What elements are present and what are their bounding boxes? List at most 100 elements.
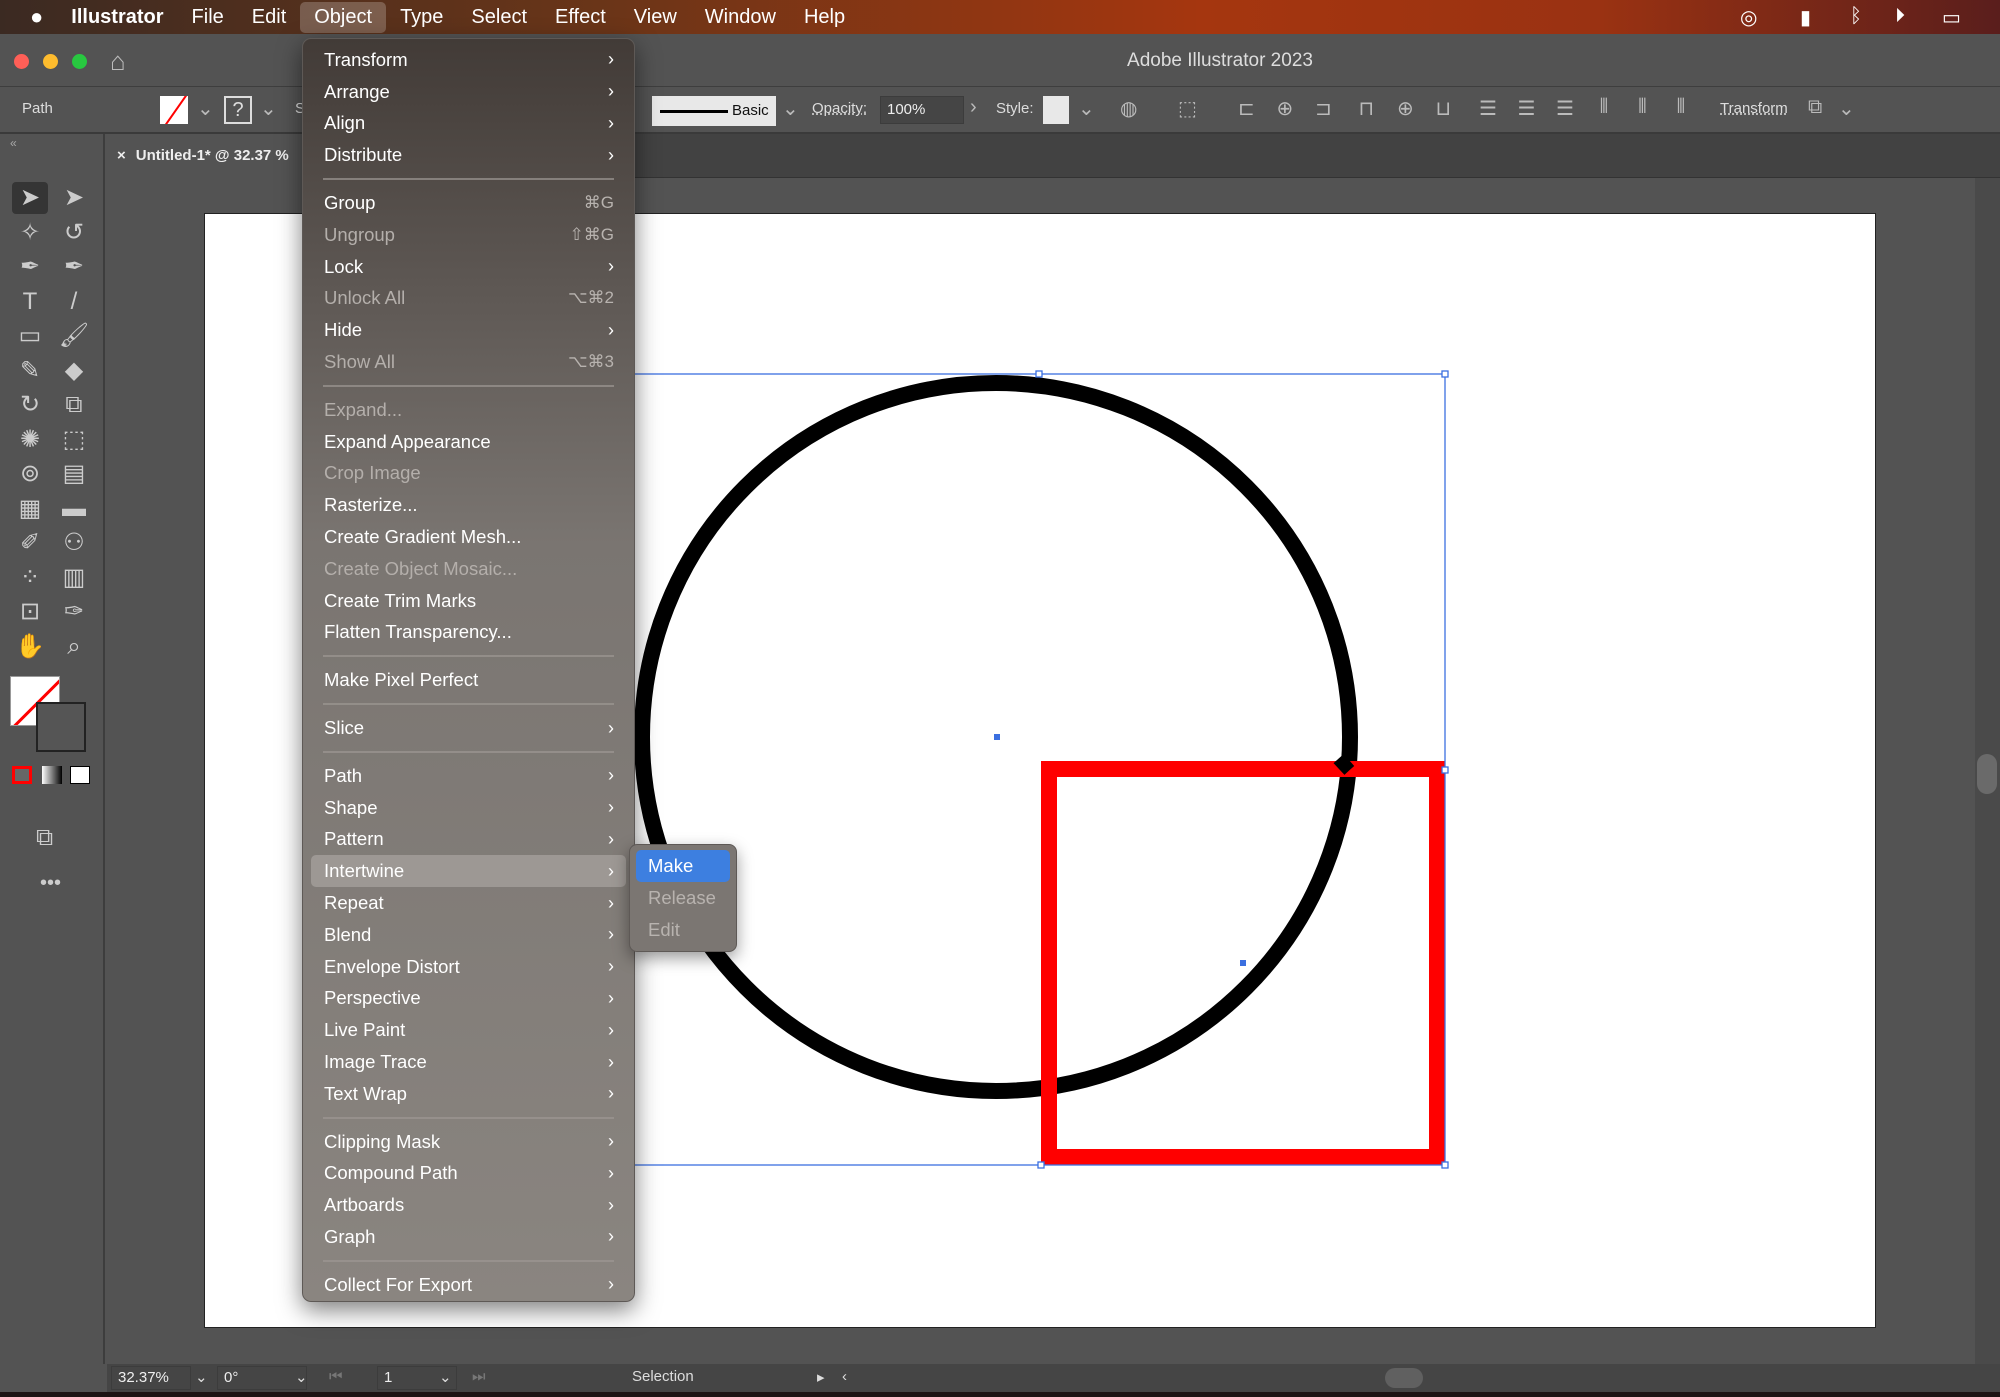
menu-item-clipping-mask[interactable]: Clipping Mask › <box>311 1126 626 1158</box>
menu-object[interactable]: Object <box>300 1 387 33</box>
battery-icon[interactable]: ▭ <box>1942 5 1961 30</box>
bluetooth-icon[interactable]: ᛒ <box>1850 5 1862 28</box>
more-tools-icon[interactable]: ••• <box>40 872 61 895</box>
chevron-down-icon[interactable]: ⌄ <box>1838 96 1855 121</box>
align-h-center-icon[interactable]: ⊕ <box>1277 96 1294 121</box>
menu-view[interactable]: View <box>620 2 691 33</box>
menu-item-distribute[interactable]: Distribute › <box>311 139 626 171</box>
opacity-label[interactable]: Opacity: <box>812 100 867 117</box>
perspective-grid-tool-icon[interactable]: ▤ <box>56 458 92 490</box>
menu-item-transform[interactable]: Transform › <box>311 44 626 76</box>
menu-item-text-wrap[interactable]: Text Wrap › <box>311 1078 626 1110</box>
vertical-scrollbar[interactable] <box>1975 178 2000 1364</box>
shape-builder-tool-icon[interactable]: ⊚ <box>12 458 48 490</box>
align-right-icon[interactable]: ⊐ <box>1315 96 1332 121</box>
artboard-tool-icon[interactable]: ⊡ <box>12 596 48 628</box>
menu-item-collect-for-export[interactable]: Collect For Export › <box>311 1269 626 1301</box>
scroll-thumb[interactable] <box>1977 754 1997 794</box>
direct-selection-tool-icon[interactable]: ➤ <box>56 182 92 214</box>
chevron-down-icon[interactable]: ⌄ <box>197 96 214 121</box>
menu-item-intertwine[interactable]: Intertwine › <box>311 855 626 888</box>
id-badge-icon[interactable]: ▮ <box>1800 5 1811 30</box>
menu-item-hide[interactable]: Hide › <box>311 314 626 346</box>
chevron-down-icon[interactable]: ⌄ <box>1078 96 1095 121</box>
chevron-down-icon[interactable]: ⌄ <box>782 96 799 121</box>
menu-file[interactable]: File <box>178 2 238 33</box>
menu-item-repeat[interactable]: Repeat › <box>311 887 626 919</box>
menu-item-lock[interactable]: Lock › <box>311 251 626 283</box>
distribute-right-icon[interactable]: ⦀ <box>1677 96 1686 119</box>
style-swatch[interactable] <box>1043 96 1069 124</box>
menu-item-create-gradient-mesh[interactable]: Create Gradient Mesh... <box>311 521 626 553</box>
status-menu-icon[interactable]: ▸ <box>817 1368 825 1386</box>
align-bottom-icon[interactable]: ⊔ <box>1436 96 1452 121</box>
opacity-input[interactable]: 100% <box>880 96 964 124</box>
change-screen-mode-icon[interactable]: ⧉ <box>36 824 53 852</box>
play-circle-icon[interactable]: ⏵ <box>1895 5 1905 28</box>
scroll-left-icon[interactable]: ‹ <box>842 1368 847 1385</box>
align-top-icon[interactable]: ⊓ <box>1359 96 1375 121</box>
menu-type[interactable]: Type <box>386 2 457 33</box>
chevron-down-icon[interactable]: ⌄ <box>439 1368 452 1386</box>
menu-item-create-trim-marks[interactable]: Create Trim Marks <box>311 585 626 617</box>
menu-item-artboards[interactable]: Artboards › <box>311 1189 626 1221</box>
free-transform-tool-icon[interactable]: ⬚ <box>56 424 92 456</box>
menu-item-graph[interactable]: Graph › <box>311 1221 626 1253</box>
distribute-top-icon[interactable]: ☰ <box>1479 96 1497 121</box>
menu-item-align[interactable]: Align › <box>311 108 626 140</box>
slice-tool-icon[interactable]: ✑ <box>56 596 92 628</box>
stroke-profile-select[interactable]: Basic <box>652 96 776 126</box>
chevron-right-icon[interactable]: › <box>970 96 977 119</box>
zoom-tool-icon[interactable]: ⌕ <box>56 631 92 663</box>
color-mode-button[interactable] <box>12 766 32 784</box>
apple-icon[interactable]: ● <box>30 4 43 30</box>
mesh-tool-icon[interactable]: ▦ <box>12 493 48 525</box>
document-tab[interactable]: × Untitled-1* @ 32.37 % <box>107 134 307 178</box>
chevron-down-icon[interactable]: ⌄ <box>295 1368 308 1386</box>
isolate-selection-icon[interactable]: ⧉ <box>1808 96 1822 119</box>
stroke-color-swatch[interactable] <box>36 702 86 752</box>
menu-window[interactable]: Window <box>691 2 790 33</box>
hand-tool-icon[interactable]: ✋ <box>12 631 48 663</box>
submenu-item-make[interactable]: Make <box>636 850 730 882</box>
stroke-swatch[interactable]: ? <box>224 96 252 124</box>
lasso-tool-icon[interactable]: ↺ <box>56 217 92 249</box>
scale-tool-icon[interactable]: ⧉ <box>56 389 92 421</box>
zoom-level-input[interactable]: 32.37% <box>111 1366 191 1390</box>
selection-tool-icon[interactable]: ➤ <box>12 182 48 214</box>
creative-cloud-icon[interactable]: ◎ <box>1740 5 1757 30</box>
distribute-v-center-icon[interactable]: ☰ <box>1518 96 1536 121</box>
menu-item-expand-appearance[interactable]: Expand Appearance <box>311 426 626 458</box>
blend-tool-icon[interactable]: ⚇ <box>56 527 92 559</box>
rotate-tool-icon[interactable]: ↻ <box>12 389 48 421</box>
menu-item-perspective[interactable]: Perspective › <box>311 983 626 1015</box>
menu-item-shape[interactable]: Shape › <box>311 792 626 824</box>
type-tool-icon[interactable]: T <box>12 286 48 318</box>
horizontal-scroll-thumb[interactable] <box>1385 1368 1423 1388</box>
rotation-input[interactable]: 0° <box>217 1366 307 1390</box>
menu-item-image-trace[interactable]: Image Trace › <box>311 1046 626 1078</box>
align-v-center-icon[interactable]: ⊕ <box>1397 96 1414 121</box>
menu-effect[interactable]: Effect <box>541 2 620 33</box>
menu-item-pattern[interactable]: Pattern › <box>311 824 626 856</box>
menu-select[interactable]: Select <box>457 2 541 33</box>
shaper-tool-icon[interactable]: ✎ <box>12 355 48 387</box>
eyedropper-tool-icon[interactable]: ✐ <box>12 527 48 559</box>
menu-item-group[interactable]: Group ⌘G <box>311 187 626 219</box>
chevron-down-icon[interactable]: ⌄ <box>195 1368 208 1386</box>
distribute-bottom-icon[interactable]: ☰ <box>1556 96 1574 121</box>
chevron-down-icon[interactable]: ⌄ <box>260 96 277 121</box>
curvature-tool-icon[interactable]: ✒ <box>56 251 92 283</box>
menu-help[interactable]: Help <box>790 2 859 33</box>
gradient-mode-button[interactable] <box>42 766 62 784</box>
distribute-h-center-icon[interactable]: ⦀ <box>1638 96 1647 119</box>
rectangle-tool-icon[interactable]: ▭ <box>12 320 48 352</box>
pen-tool-icon[interactable]: ✒ <box>12 251 48 283</box>
menu-edit[interactable]: Edit <box>238 2 300 33</box>
line-segment-tool-icon[interactable]: / <box>56 286 92 318</box>
eraser-tool-icon[interactable]: ◆ <box>56 355 92 387</box>
collapse-panel-icon[interactable]: « <box>10 136 17 150</box>
align-left-icon[interactable]: ⊏ <box>1238 96 1255 121</box>
first-artboard-icon[interactable]: ⏮ <box>329 1368 343 1385</box>
last-artboard-icon[interactable]: ⏭ <box>472 1368 486 1385</box>
